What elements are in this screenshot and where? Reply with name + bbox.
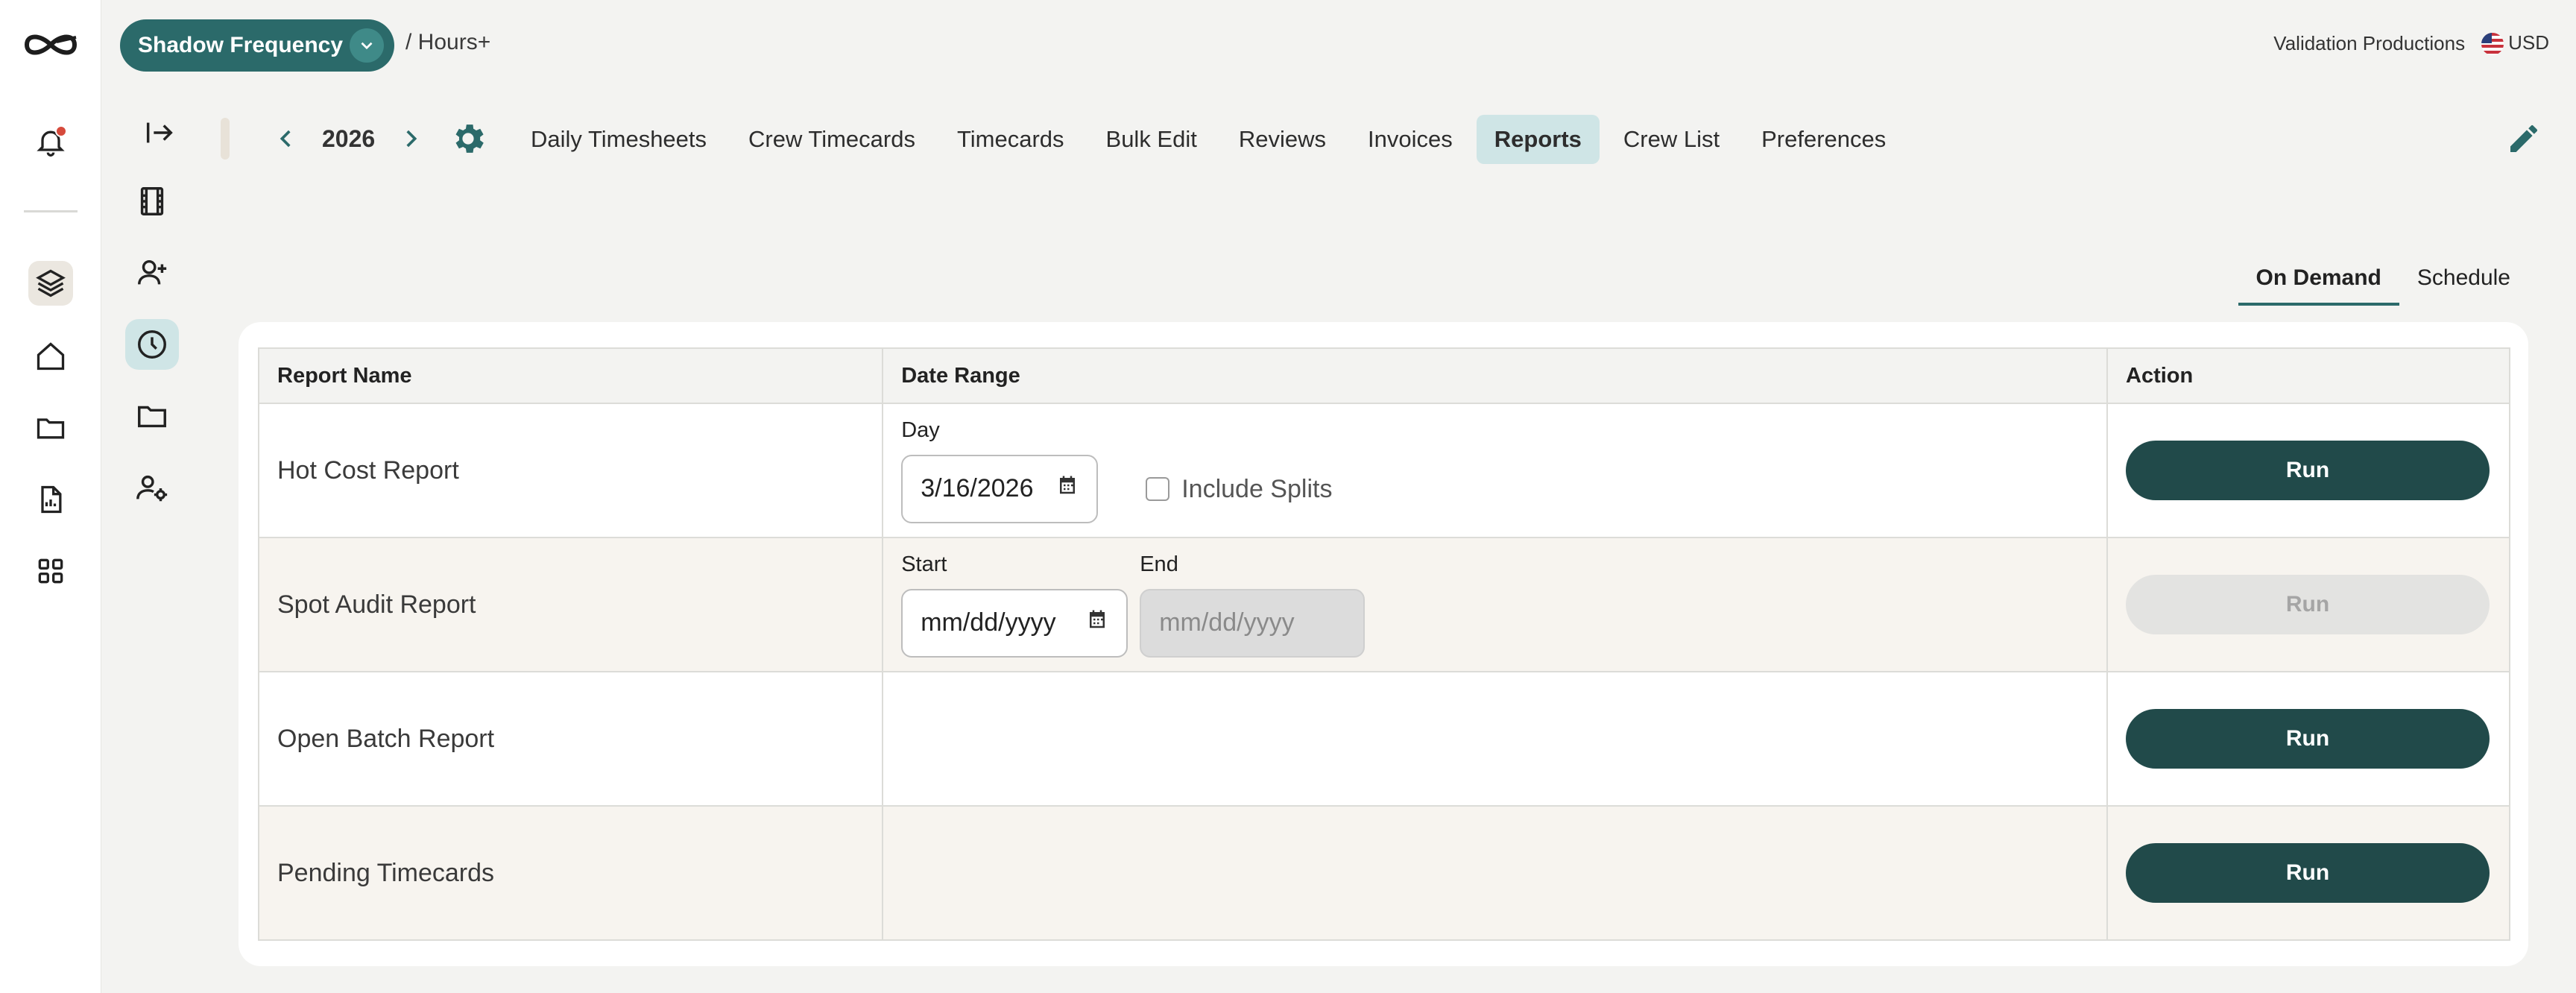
day-label: Day [901, 417, 940, 442]
tab-crew-list[interactable]: Crew List [1606, 115, 1737, 164]
clock-icon[interactable] [125, 319, 179, 370]
expand-sidebar-icon[interactable] [133, 107, 186, 158]
end-date-input: mm/dd/yyyy [1140, 588, 1366, 658]
home-icon[interactable] [28, 334, 73, 379]
action-cell: Run [2106, 671, 2510, 807]
run-open-batch-button[interactable]: Run [2126, 709, 2490, 769]
date-range-cell [882, 805, 2109, 941]
user-settings-icon[interactable] [125, 462, 179, 513]
tab-reviews[interactable]: Reviews [1221, 115, 1344, 164]
notification-dot [55, 125, 67, 137]
tab-crew-timecards[interactable]: Crew Timecards [730, 115, 933, 164]
apps-grid-icon[interactable] [28, 549, 73, 593]
calendar-icon[interactable] [1086, 608, 1108, 637]
report-name: Spot Audit Report [257, 537, 884, 672]
table-header-row: Report Name Date Range Action [257, 347, 2510, 404]
run-pending-timecards-button[interactable]: Run [2126, 843, 2490, 903]
day-date-value: 3/16/2026 [921, 474, 1034, 502]
end-label: End [1140, 552, 1178, 576]
tab-schedule[interactable]: Schedule [2399, 259, 2528, 306]
day-date-input[interactable]: 3/16/2026 [901, 454, 1099, 523]
currency-label: USD [2508, 31, 2549, 54]
app-rail [0, 0, 101, 993]
table-row: Hot Cost Report Day 3/16/2026 Include Sp… [257, 403, 2510, 538]
folder-icon[interactable] [125, 391, 179, 441]
currency-selector[interactable]: USD [2481, 31, 2549, 56]
column-header-date-range: Date Range [882, 347, 2109, 404]
end-date-placeholder: mm/dd/yyyy [1159, 608, 1295, 637]
action-cell: Run [2106, 403, 2510, 538]
tab-invoices[interactable]: Invoices [1350, 115, 1471, 164]
table-row: Spot Audit Report Start mm/dd/yyyy End m… [257, 537, 2510, 672]
start-label: Start [901, 552, 947, 576]
report-mode-tabs: On Demand Schedule [2238, 259, 2528, 306]
rail-divider [24, 210, 78, 212]
run-spot-audit-button: Run [2126, 575, 2490, 634]
report-file-icon[interactable] [28, 477, 73, 522]
include-splits-label: Include Splits [1181, 474, 1333, 503]
gear-icon[interactable] [449, 119, 487, 158]
logo-icon[interactable] [22, 27, 79, 63]
date-range-cell [882, 671, 2109, 807]
breadcrumb[interactable]: / Hours+ [405, 30, 490, 55]
tab-reports[interactable]: Reports [1476, 115, 1600, 164]
film-icon[interactable] [125, 176, 179, 227]
production-name: Shadow Frequency [138, 33, 344, 57]
tab-bulk-edit[interactable]: Bulk Edit [1088, 115, 1215, 164]
edit-pencil-icon[interactable] [2506, 121, 2542, 157]
report-name: Hot Cost Report [257, 403, 884, 538]
column-header-action: Action [2106, 347, 2510, 404]
resize-handle[interactable] [221, 118, 230, 160]
year-navigator: 2026 [273, 119, 424, 158]
main-tabs: Daily Timesheets Crew Timecards Timecard… [513, 115, 1910, 164]
include-splits-checkbox[interactable]: Include Splits [1146, 475, 1332, 504]
table-row: Pending Timecards Run [257, 805, 2510, 941]
tab-timecards[interactable]: Timecards [939, 115, 1082, 164]
table-row: Open Batch Report Run [257, 671, 2510, 807]
calendar-icon[interactable] [1056, 474, 1079, 503]
account-area: Validation Productions USD [2273, 31, 2549, 56]
report-name: Open Batch Report [257, 671, 884, 807]
column-header-report-name: Report Name [257, 347, 884, 404]
checkbox-box[interactable] [1146, 477, 1170, 501]
layers-icon[interactable] [28, 261, 73, 306]
run-hot-cost-button[interactable]: Run [2126, 441, 2490, 500]
bell-icon[interactable] [28, 119, 73, 164]
report-name: Pending Timecards [257, 805, 884, 941]
action-cell: Run [2106, 537, 2510, 672]
start-date-placeholder: mm/dd/yyyy [921, 608, 1056, 637]
us-flag-icon [2481, 33, 2504, 56]
chevron-down-icon[interactable] [350, 28, 384, 63]
tab-on-demand[interactable]: On Demand [2238, 259, 2399, 306]
date-range-cell: Start mm/dd/yyyy End mm/dd/yyyy [882, 537, 2109, 672]
folder-icon[interactable] [28, 406, 73, 450]
company-name[interactable]: Validation Productions [2273, 32, 2465, 55]
add-user-icon[interactable] [125, 248, 179, 298]
reports-table: Report Name Date Range Action Hot Cost R… [257, 347, 2510, 941]
reports-card: Report Name Date Range Action Hot Cost R… [239, 322, 2528, 966]
date-range-cell: Day 3/16/2026 Include Splits [882, 403, 2109, 538]
chevron-left-icon[interactable] [273, 125, 300, 152]
year-label: 2026 [322, 124, 376, 152]
tab-daily-timesheets[interactable]: Daily Timesheets [513, 115, 724, 164]
chevron-right-icon[interactable] [397, 125, 424, 152]
start-date-input[interactable]: mm/dd/yyyy [901, 588, 1128, 658]
production-selector[interactable]: Shadow Frequency [120, 19, 394, 72]
tab-preferences[interactable]: Preferences [1743, 115, 1904, 164]
action-cell: Run [2106, 805, 2510, 941]
